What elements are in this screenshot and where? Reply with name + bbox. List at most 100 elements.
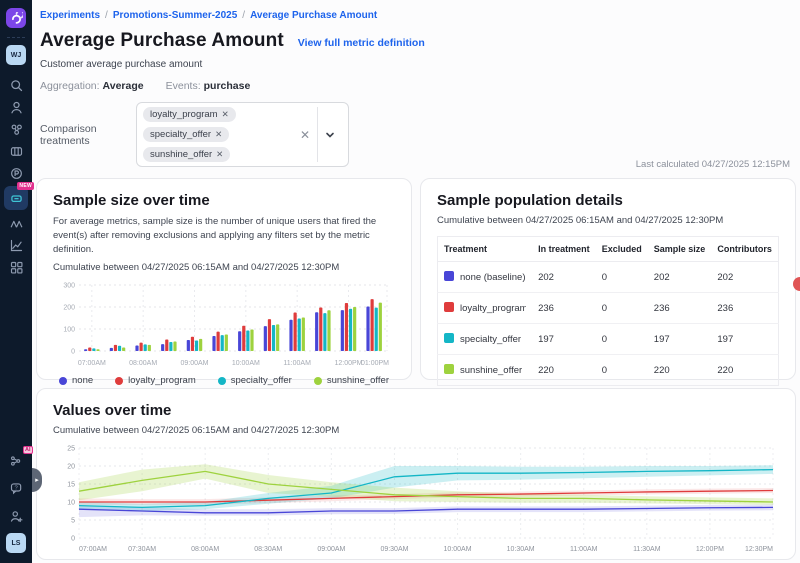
population-table-body: none (baseline)2020202202loyalty_program… [438,262,779,386]
treatment-name: loyalty_program [460,303,526,314]
help-chat-icon[interactable]: ? [4,478,28,499]
ab-testing-icon[interactable] [4,213,28,234]
contributors-cell: 197 [711,324,778,355]
table-row: sunshine_offer2200220220 [438,355,779,386]
population-table: TreatmentIn treatmentExcludedSample size… [437,236,779,386]
events-value: purchase [204,80,251,92]
svg-text:10: 10 [67,500,75,507]
treatments-selector[interactable]: loyalty_program✕specialty_offer✕sunshine… [136,102,349,167]
svg-text:0: 0 [71,536,75,543]
svg-text:20: 20 [67,464,75,471]
in-treatment-cell: 220 [532,355,596,386]
svg-text:08:00AM: 08:00AM [191,546,219,553]
pulse-icon[interactable] [4,163,28,184]
expand-arrow-icon: ▸ [35,476,39,484]
statsig-logo[interactable] [6,8,26,28]
ai-assistant-icon[interactable]: AI [4,450,28,471]
population-cumulative: Cumulative between 04/27/2025 06:15AM an… [437,215,779,226]
logo-swirl-icon [10,12,23,25]
legend-label: sunshine_offer [327,375,389,386]
svg-text:08:30AM: 08:30AM [254,546,282,553]
svg-text:09:00AM: 09:00AM [317,546,345,553]
legend-item[interactable]: none [59,375,93,386]
chip-remove-icon[interactable]: ✕ [216,149,223,160]
in-treatment-cell: 197 [532,324,596,355]
population-table-head-row: TreatmentIn treatmentExcludedSample size… [438,237,779,262]
svg-text:11:30AM: 11:30AM [633,546,661,553]
page-title: Average Purchase Amount [40,30,284,52]
svg-text:10:00AM: 10:00AM [232,360,260,367]
sidebar-divider [7,37,25,38]
breadcrumb-item[interactable]: Average Purchase Amount [250,10,377,21]
population-card: Sample population details Cumulative bet… [420,178,796,380]
values-chart: 07:00AM07:30AM08:00AM08:30AM09:00AM09:30… [53,440,779,558]
sample-size-description: For average metrics, sample size is the … [53,215,383,256]
values-title: Values over time [53,402,779,419]
legend-item[interactable]: loyalty_program [115,375,196,386]
chip-remove-icon[interactable]: ✕ [215,129,222,140]
search-icon[interactable] [4,75,28,96]
sample-size-cell: 202 [648,262,712,293]
svg-text:300: 300 [63,283,75,290]
table-column-header: Treatment [438,237,533,262]
sample-size-cumulative: Cumulative between 04/27/2025 06:15AM an… [53,262,395,273]
legend-label: none [72,375,93,386]
svg-text:12:00PM: 12:00PM [696,546,724,553]
legend-item[interactable]: sunshine_offer [314,375,389,386]
user-avatar[interactable]: LS [6,533,26,553]
metrics-icon[interactable] [4,235,28,256]
excluded-cell: 0 [596,355,648,386]
invite-user-icon[interactable] [4,506,28,527]
treatment-chip[interactable]: sunshine_offer ✕ [143,147,230,162]
treatment-name: specialty_offer [460,334,521,345]
clear-selection-icon[interactable]: ✕ [293,128,317,142]
bar-chart-legend: none loyalty_program specialty_offer sunshi… [53,375,395,386]
legend-item[interactable]: specialty_offer [218,375,292,386]
sidebar-item-experiments[interactable]: NEW [4,186,28,210]
treatment-chip-label: loyalty_program [150,109,218,120]
workspace-avatar[interactable]: WJ [6,45,26,65]
svg-text:08:00AM: 08:00AM [129,360,157,367]
feedback-tab[interactable] [793,277,800,291]
sample-size-title: Sample size over time [53,192,395,209]
table-column-header: Contributors [711,237,778,262]
breadcrumb-item[interactable]: Promotions-Summer-2025 [113,10,237,21]
values-card: Values over time Cumulative between 04/2… [36,388,796,560]
treatment-chip[interactable]: specialty_offer ✕ [143,127,229,142]
svg-text:01:00PM: 01:00PM [361,360,389,367]
treatment-chip-label: specialty_offer [150,129,211,140]
treatment-name: sunshine_offer [460,365,522,376]
legend-label: specialty_offer [231,375,292,386]
segments-icon[interactable] [4,119,28,140]
treatment-cell: specialty_offer [438,324,533,355]
values-cumulative: Cumulative between 04/27/2025 06:15AM an… [53,425,779,436]
chip-remove-icon[interactable]: ✕ [222,109,229,120]
svg-text:12:00PM: 12:00PM [334,360,362,367]
excluded-cell: 0 [596,262,648,293]
treatment-cell: sunshine_offer [438,355,533,386]
metric-subtitle: Customer average purchase amount [40,59,792,70]
dashboards-icon[interactable] [4,257,28,278]
breadcrumb-item[interactable]: Experiments [40,10,100,21]
view-metric-definition-link[interactable]: View full metric definition [298,37,425,49]
contributors-cell: 202 [711,262,778,293]
treatment-color-swatch [444,302,454,312]
new-badge: NEW [17,182,34,190]
population-title: Sample population details [437,192,779,209]
svg-text:09:00AM: 09:00AM [180,360,208,367]
chevron-down-icon[interactable] [318,130,342,140]
svg-text:0: 0 [71,349,75,356]
treatment-color-swatch [444,271,454,281]
excluded-cell: 0 [596,324,648,355]
legend-dot [218,377,226,385]
breadcrumb: Experiments/Promotions-Summer-2025/Avera… [40,10,792,21]
svg-text:07:30AM: 07:30AM [128,546,156,553]
svg-text:100: 100 [63,327,75,334]
svg-text:25: 25 [67,446,75,453]
feature-gates-icon[interactable] [4,141,28,162]
aggregation-label: Aggregation: [40,80,100,92]
ai-badge: AI [23,446,34,454]
users-icon[interactable] [4,97,28,118]
treatment-chip-label: sunshine_offer [150,149,212,160]
treatment-chip[interactable]: loyalty_program ✕ [143,107,236,122]
